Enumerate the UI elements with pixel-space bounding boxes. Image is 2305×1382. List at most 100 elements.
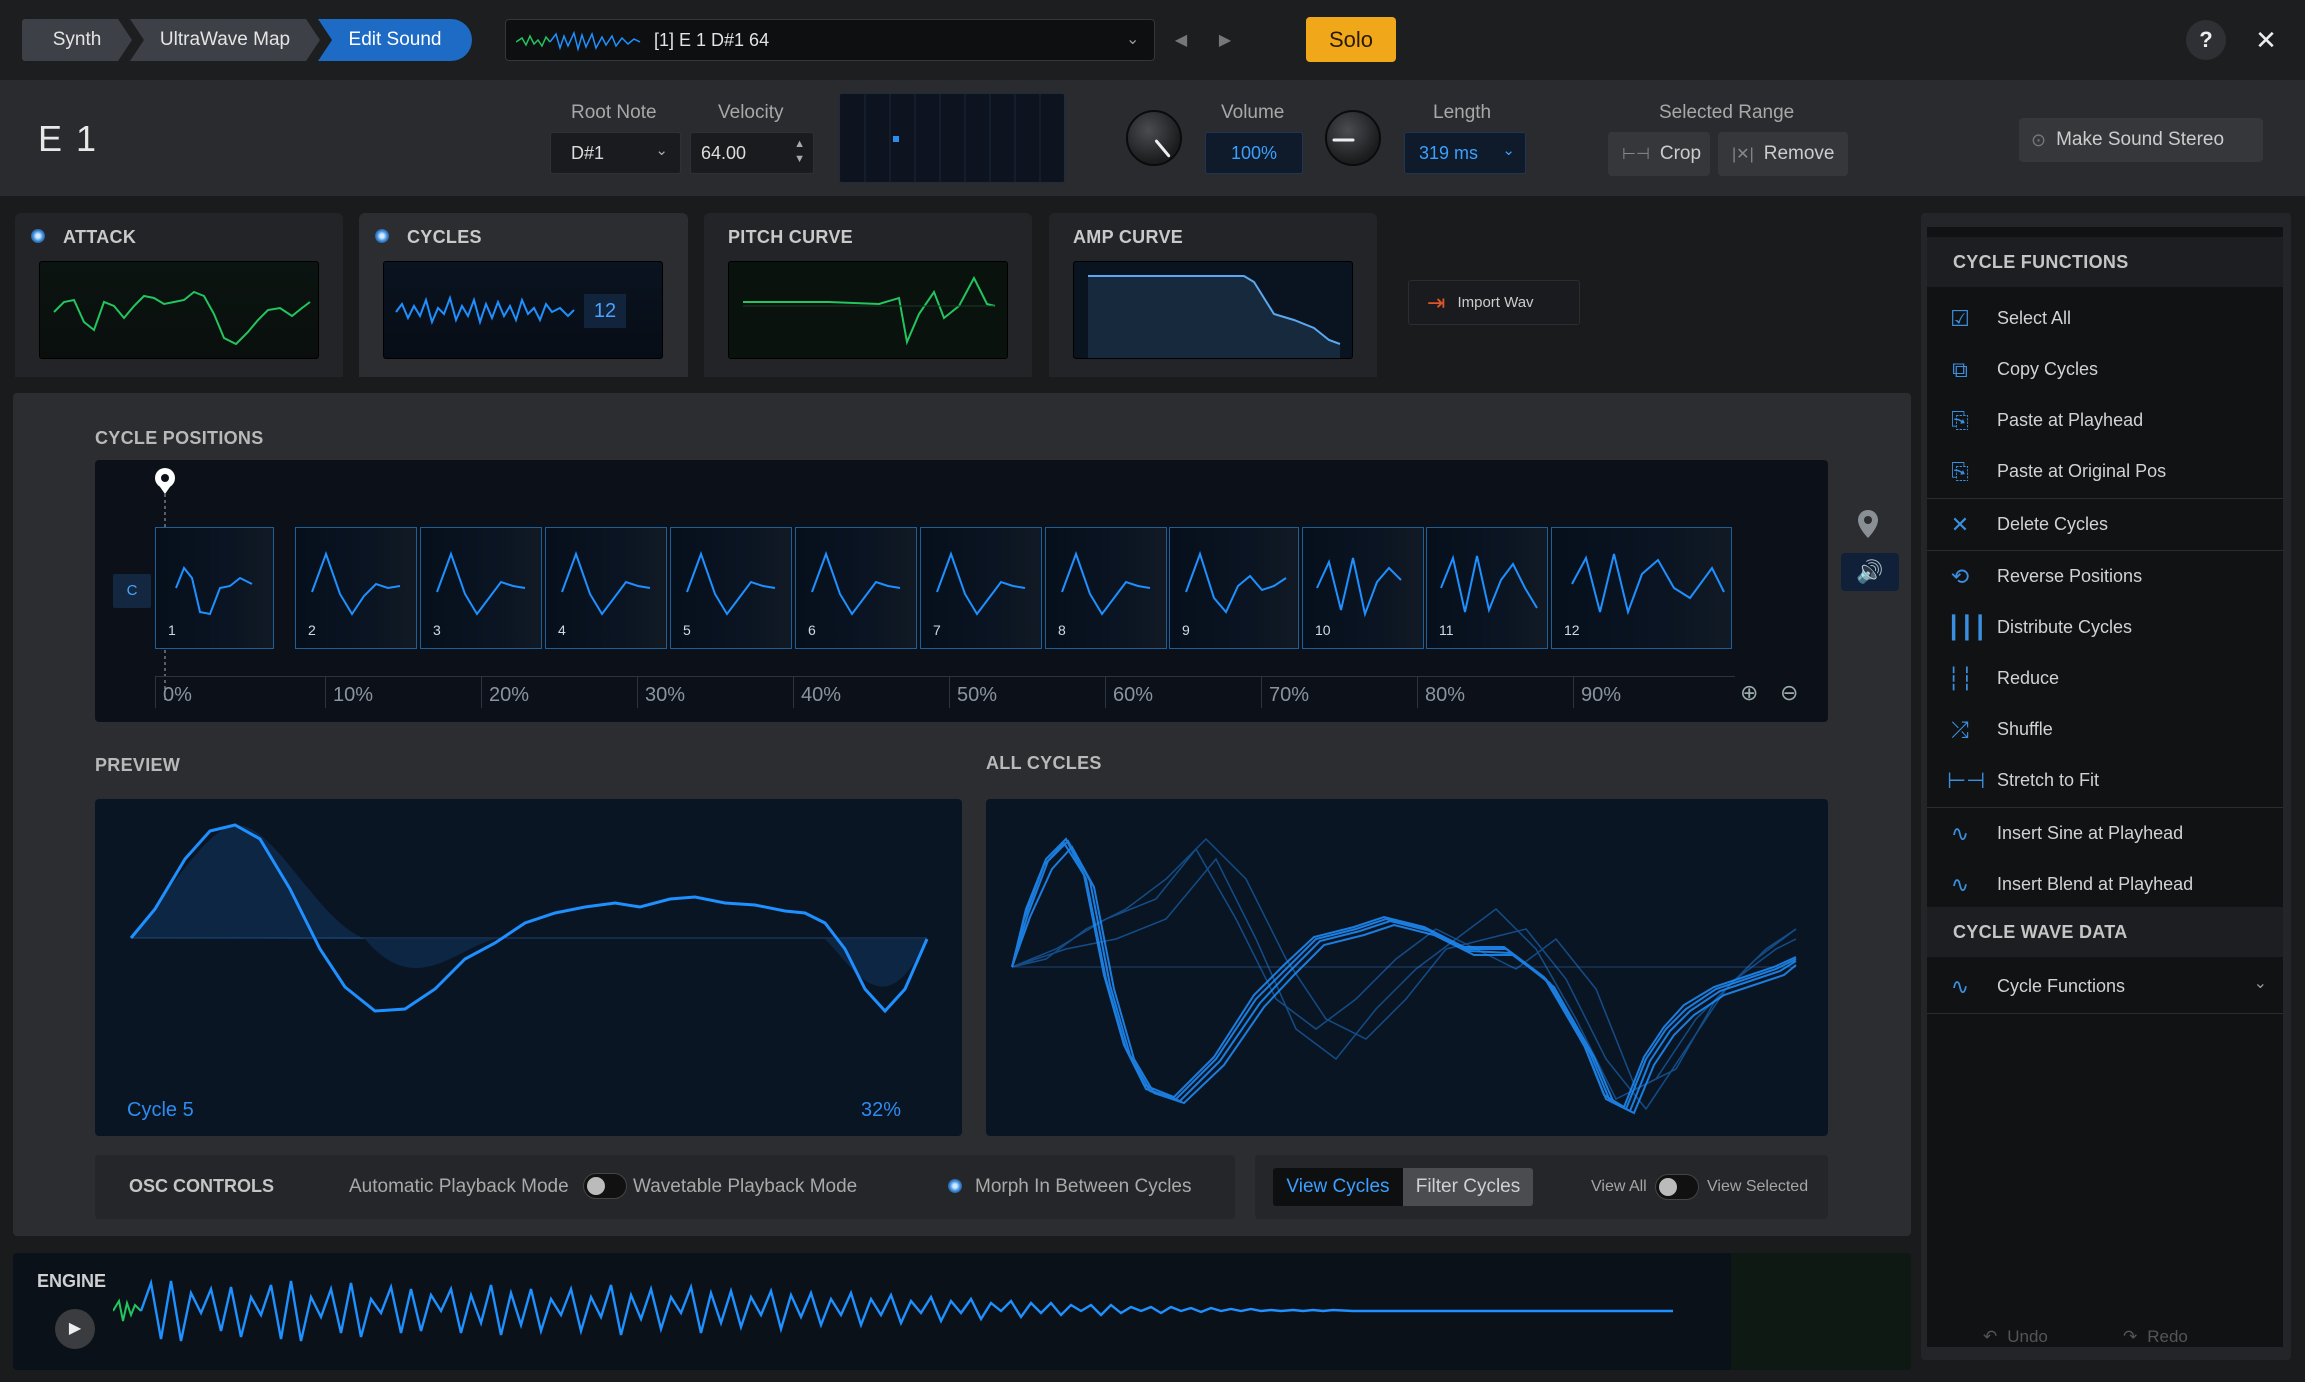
stretch-to-fit-item[interactable]: ⊢⊣ Stretch to Fit [1927,755,2283,806]
insert-blend-item[interactable]: ∿ Insert Blend at Playhead [1927,859,2283,910]
blend-wave-icon: ∿ [1950,872,1970,897]
tab-pitch-curve[interactable]: PITCH CURVE [704,213,1032,377]
cycle-number: 10 [1315,622,1331,638]
velocity-map-display[interactable] [839,93,1065,183]
tab-attack[interactable]: ATTACK [15,213,343,377]
undo-button[interactable]: ↶ Undo [1983,1327,2048,1347]
reverse-positions-item[interactable]: ⟲ Reverse Positions [1927,551,2283,602]
velocity-stepper[interactable]: 64.00 ▲ ▼ [690,132,814,174]
breadcrumb-ultrawave-map[interactable]: UltraWave Map [130,19,320,61]
cycle-thumb[interactable]: 4 [545,527,667,649]
velocity-grid [864,94,1041,182]
cycle-number: 12 [1564,622,1580,638]
zoom-out-icon[interactable]: ⊖ [1780,680,1798,706]
breadcrumb-edit-sound[interactable]: Edit Sound [318,19,472,61]
length-knob[interactable] [1325,110,1381,166]
import-wav-label: Import Wav [1457,294,1534,311]
remove-button[interactable]: |✕| Remove [1718,132,1848,176]
volume-knob[interactable] [1126,110,1182,166]
redo-button[interactable]: ↷ Redo [2123,1327,2188,1347]
help-button[interactable]: ? [2186,20,2226,60]
cycle-thumb[interactable]: 5 [670,527,792,649]
next-preset-button[interactable]: ▶ [1207,21,1243,59]
reverse-icon: ⟲ [1950,564,1970,589]
cycle-thumb[interactable]: 9 [1169,527,1299,649]
cycle-thumb[interactable]: 1 [155,527,274,649]
view-mode-toggle[interactable] [1655,1174,1699,1200]
length-select[interactable]: 319 ms ⌄ [1404,132,1526,174]
tab-cycles[interactable]: CYCLES 12 [359,213,688,377]
crop-button[interactable]: ⊢⊣ Crop [1608,132,1710,176]
timeline-tick: 80% [1417,676,1465,708]
speaker-icon[interactable]: 🔊 [1841,553,1899,591]
reduce-label: Reduce [1997,668,2060,688]
attack-enabled-indicator[interactable] [31,229,45,243]
undo-icon: ↶ [1983,1327,1998,1346]
cycle-thumb[interactable]: 8 [1045,527,1167,649]
cycle-positions-title: CYCLE POSITIONS [95,428,264,448]
attack-thumbnail [39,261,319,359]
insert-sine-item[interactable]: ∿ Insert Sine at Playhead [1927,808,2283,859]
make-sound-stereo-button[interactable]: ⊙ Make Sound Stereo [2019,118,2263,162]
solo-button[interactable]: Solo [1306,17,1396,62]
wavetable-playback-label: Wavetable Playback Mode [633,1176,858,1197]
cycle-thumb[interactable]: 11 [1426,527,1548,649]
engine-title: ENGINE [37,1271,107,1291]
tab-amp-curve-label: AMP CURVE [1073,227,1184,247]
cycle-thumb[interactable]: 2 [295,527,417,649]
previous-preset-button[interactable]: ◀ [1163,21,1199,59]
zoom-in-icon[interactable]: ⊕ [1740,680,1758,706]
timeline-axis [155,676,1735,677]
play-button[interactable]: ▶ [55,1309,95,1349]
cycle-positions-strip[interactable]: C 1 2 3 4 5 6 7 8 9 10 11 12 0% 10% 20% … [95,460,1828,722]
playback-mode-toggle[interactable] [583,1173,627,1199]
velocity-label: Velocity [718,102,784,123]
select-all-item[interactable]: ☑ Select All [1927,293,2283,344]
engine-waveform [113,1278,1673,1342]
copy-cycles-item[interactable]: ⧉ Copy Cycles [1927,344,2283,395]
root-note-label: Root Note [571,102,657,123]
morph-indicator[interactable] [948,1179,962,1193]
undo-label: Undo [2007,1327,2048,1346]
cycle-thumb[interactable]: 3 [420,527,542,649]
timeline-tick: 60% [1105,676,1153,708]
close-button[interactable]: ✕ [2248,22,2284,58]
breadcrumb-synth[interactable]: Synth [22,19,132,61]
length-label: Length [1433,102,1492,123]
cycle-functions-dropdown[interactable]: ∿ Cycle Functions ⌄ [1927,961,2283,1012]
view-selected-label: View Selected [1707,1178,1809,1195]
c-marker-badge[interactable]: C [113,574,151,608]
distribute-cycles-item[interactable]: ┃┃┃ Distribute Cycles [1927,602,2283,653]
timeline-tick: 30% [637,676,685,708]
cycle-thumb[interactable]: 12 [1551,527,1732,649]
paste-original-icon: ⎘ [1951,459,1969,484]
tab-amp-curve[interactable]: AMP CURVE [1049,213,1377,377]
view-cycles-button[interactable]: View Cycles [1273,1168,1403,1206]
shuffle-item[interactable]: ⤮ Shuffle [1927,704,2283,755]
paste-at-playhead-item[interactable]: ⎘ Paste at Playhead [1927,395,2283,446]
cycle-thumb[interactable]: 10 [1302,527,1424,649]
chevron-down-icon: ⌄ [1502,142,1515,159]
filter-cycles-button[interactable]: Filter Cycles [1403,1168,1533,1206]
cycle-thumb[interactable]: 6 [795,527,917,649]
preset-waveform-icon [516,30,641,52]
stepper-arrows-icon[interactable]: ▲ ▼ [794,137,805,167]
all-cycles-overlay[interactable] [986,799,1828,1136]
import-wav-button[interactable]: ⇥ Import Wav [1408,280,1580,325]
engine-panel: ENGINE ▶ [13,1253,1911,1370]
tab-cycles-label: CYCLES [407,227,482,247]
delete-cycles-item[interactable]: ✕ Delete Cycles [1927,499,2283,550]
insert-blend-label: Insert Blend at Playhead [1997,874,2194,894]
delete-cycles-label: Delete Cycles [1997,514,2109,534]
reduce-item[interactable]: ┆┆ Reduce [1927,653,2283,704]
preview-waveform[interactable]: Cycle 5 32% [95,799,962,1136]
distribute-icon: ┃┃┃ [1947,615,1987,640]
cycles-enabled-indicator[interactable] [375,229,389,243]
paste-original-item[interactable]: ⎘ Paste at Original Pos [1927,446,2283,497]
preset-selector[interactable]: [1] E 1 D#1 64 ⌄ [505,19,1155,61]
cycle-thumb[interactable]: 7 [920,527,1042,649]
osc-controls-bar: OSC CONTROLS Automatic Playback Mode Wav… [95,1155,1235,1219]
location-pin-icon[interactable] [1856,508,1880,540]
root-note-select[interactable]: D#1 ⌄ [550,132,681,174]
volume-value[interactable]: 100% [1205,132,1303,174]
